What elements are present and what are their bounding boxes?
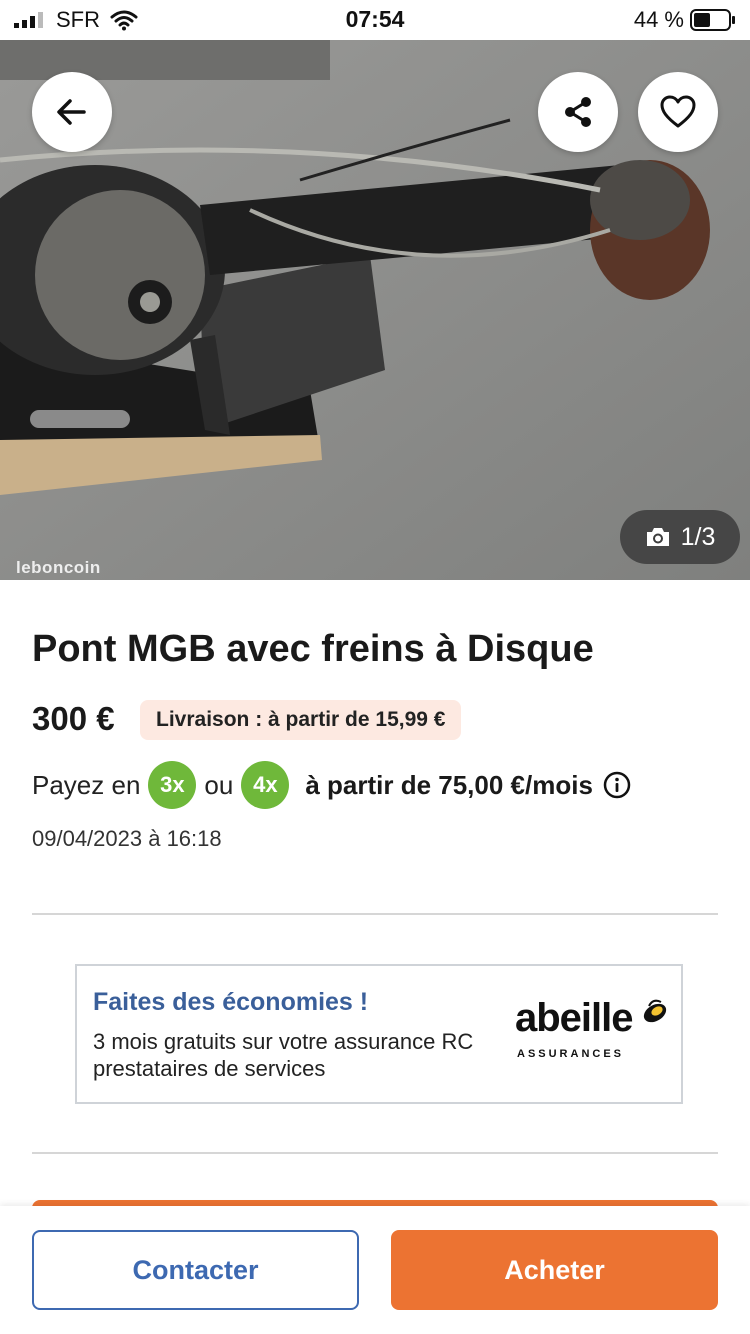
bee-icon (643, 999, 667, 1023)
logo-word: abeille (515, 996, 634, 1040)
listing-date: 09/04/2023 à 16:18 (32, 826, 222, 851)
back-arrow-icon (57, 99, 86, 125)
favorite-button[interactable] (638, 72, 718, 152)
badge-4x: 4x (241, 761, 290, 809)
heart-icon (660, 95, 696, 128)
battery-percentage: 44 % (633, 7, 684, 32)
logo-sub: ASSURANCES (517, 1048, 625, 1060)
photo-image (0, 40, 750, 580)
pay-or: ou (204, 769, 234, 800)
divider (32, 913, 718, 915)
battery-icon (690, 9, 735, 31)
listing-photo[interactable]: leboncoin 1/3 (0, 40, 750, 580)
status-bar: SFR 07:54 44 % (0, 0, 750, 40)
buy-button[interactable]: Acheter (391, 1230, 718, 1310)
divider (32, 1152, 718, 1154)
installment-payment-row: Payez en 3x ou 4x à partir de 75,00 €/mo… (32, 760, 631, 810)
photo-counter[interactable]: 1/3 (620, 510, 740, 564)
contact-button[interactable]: Contacter (32, 1230, 359, 1310)
abeille-logo: abeille ASSURANCES (515, 996, 675, 1068)
delivery-badge: Livraison : à partir de 15,99 € (140, 700, 462, 740)
photo-counter-text: 1/3 (680, 522, 716, 551)
pay-prefix: Payez en (32, 769, 141, 800)
share-icon (565, 97, 591, 127)
listing-title: Pont MGB avec freins à Disque (32, 628, 594, 670)
badge-3x: 3x (148, 761, 197, 809)
camera-icon (646, 528, 669, 546)
back-button[interactable] (32, 72, 112, 152)
watermark-logo: leboncoin (16, 558, 101, 577)
bottom-action-bar: Contacter Acheter (0, 1206, 750, 1334)
info-icon[interactable] (603, 771, 631, 799)
ad-text: 3 mois gratuits sur votre assurance RC p… (93, 1029, 474, 1081)
pay-amount: à partir de 75,00 €/mois (305, 769, 593, 800)
share-button[interactable] (538, 72, 618, 152)
listing-price: 300 € (32, 700, 115, 737)
insurance-ad-banner[interactable]: Faites des économies ! 3 mois gratuits s… (75, 964, 683, 1104)
ad-title: Faites des économies ! (93, 988, 369, 1016)
